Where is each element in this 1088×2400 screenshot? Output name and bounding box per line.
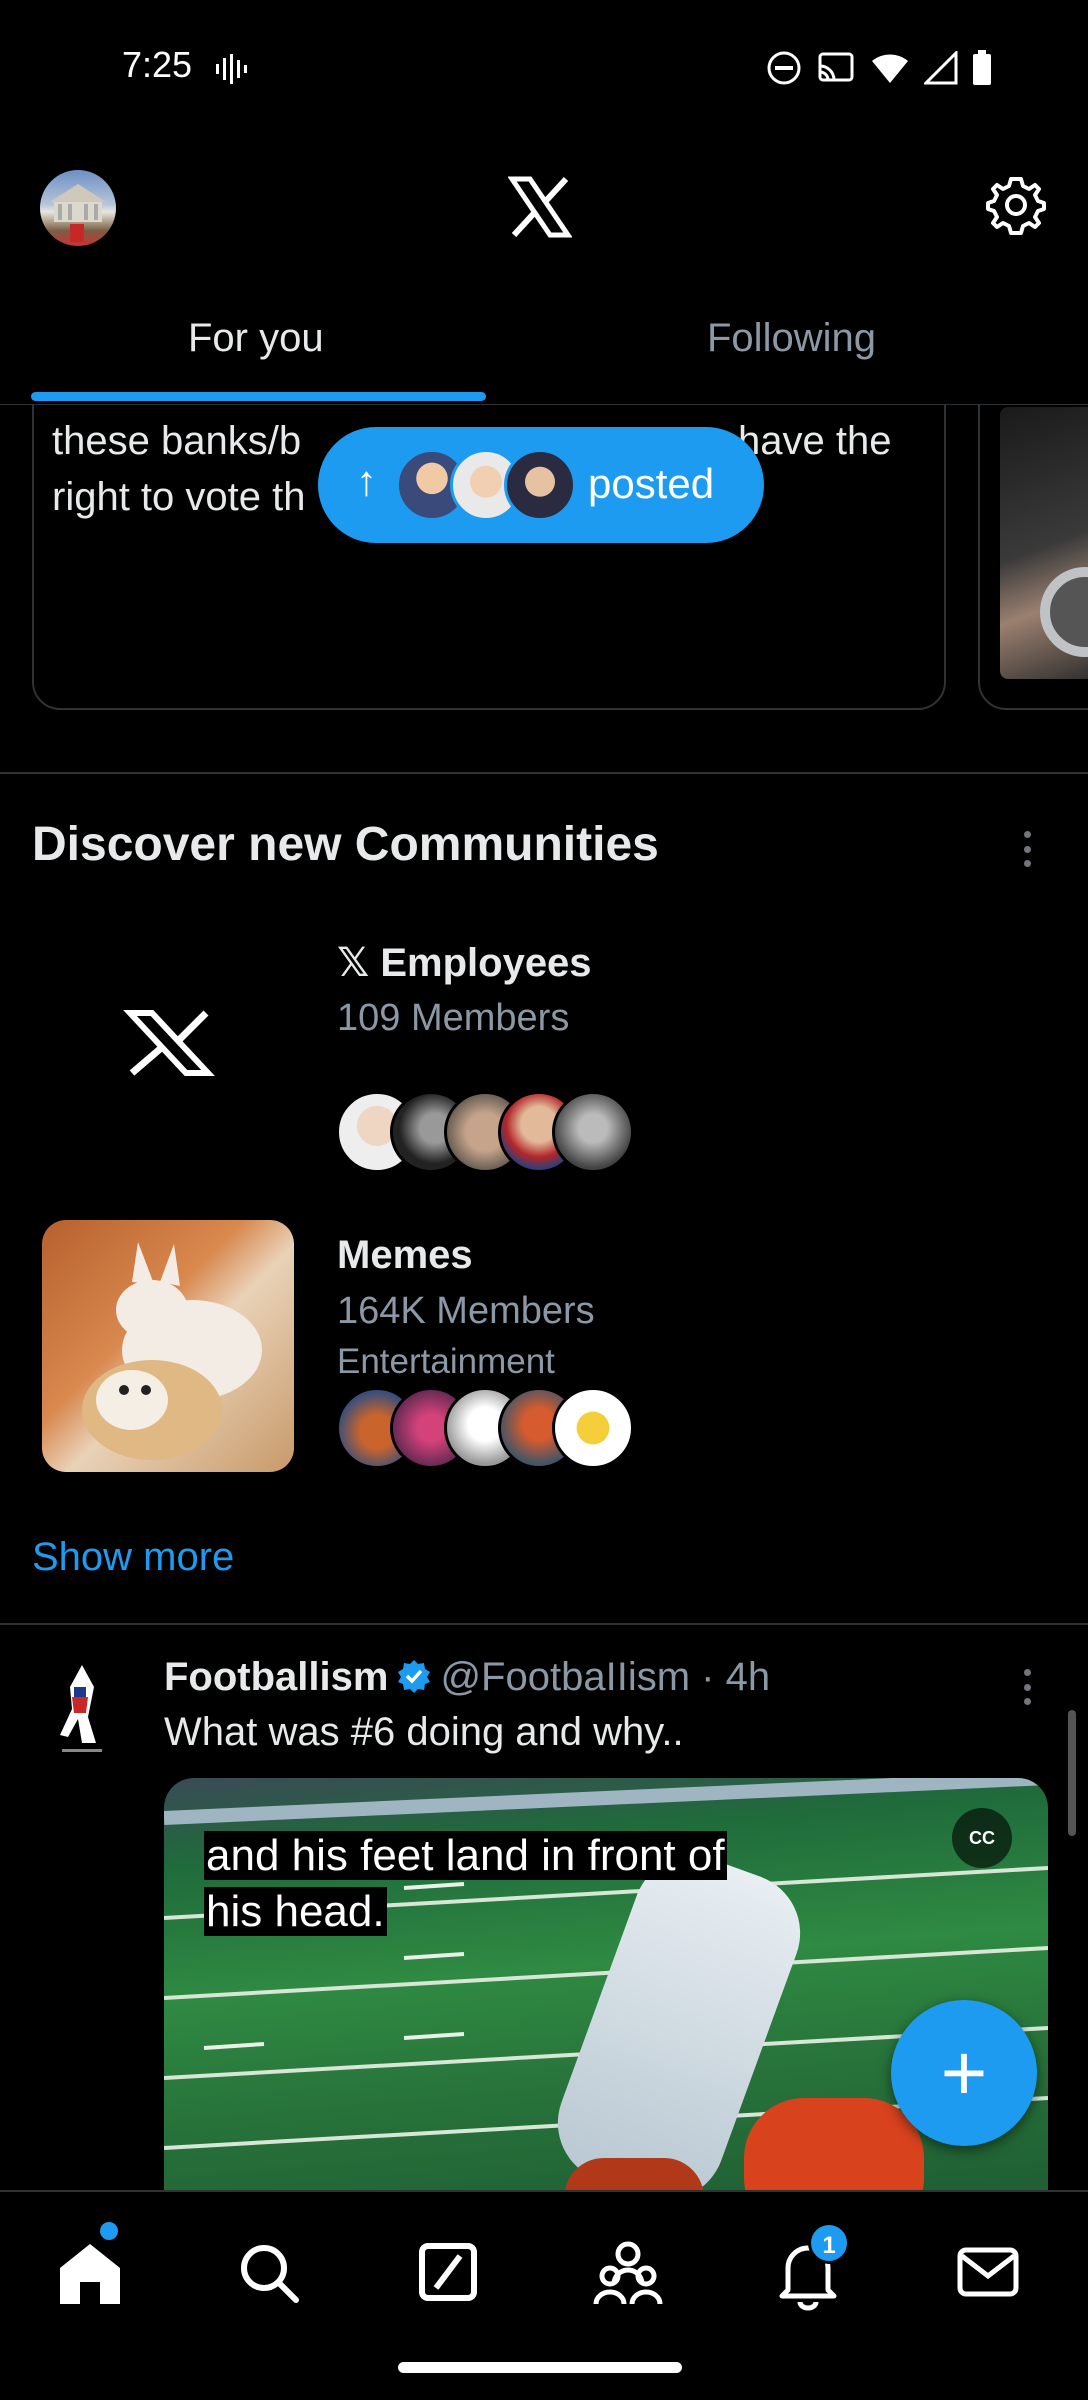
do-not-disturb-icon — [767, 51, 801, 85]
post-card-text-line1-end: have the — [738, 419, 892, 463]
community-members: 109 Members — [337, 997, 570, 1039]
tweet-author-avatar[interactable] — [42, 1657, 122, 1757]
post-card-text-line2: right to vote th — [52, 475, 306, 519]
status-icons — [766, 50, 992, 86]
notifications-badge: 1 — [808, 2222, 850, 2264]
member-avatar — [552, 1387, 634, 1469]
section-divider — [0, 772, 1088, 774]
player-image — [564, 2158, 704, 2190]
caption-line2: his head. — [204, 1887, 387, 1936]
poster-avatar — [504, 449, 576, 521]
tab-for-you[interactable]: For you — [188, 316, 324, 361]
community-thumbnail[interactable] — [42, 1220, 294, 1472]
section-divider — [0, 1623, 1088, 1625]
grok-icon[interactable] — [408, 2232, 488, 2312]
scrollbar-thumb[interactable] — [1068, 1710, 1076, 1836]
post-card-text-line1: these banks/b — [52, 419, 302, 463]
tweet-more-icon[interactable] — [1015, 1663, 1039, 1711]
football-player-logo-icon — [60, 1665, 102, 1752]
settings-gear-icon[interactable] — [986, 175, 1046, 235]
post-carousel-card-next[interactable] — [978, 405, 1088, 710]
signal-icon — [924, 51, 958, 85]
community-name[interactable]: 𝕏 Employees — [337, 940, 592, 986]
gesture-home-indicator[interactable] — [398, 2362, 682, 2373]
x-logo-icon — [508, 176, 572, 238]
avatar-image-icon — [50, 184, 106, 242]
community-members: 164K Members — [337, 1290, 595, 1332]
community-category: Entertainment — [337, 1342, 555, 1381]
arrow-up-icon: ↑ — [356, 457, 377, 504]
cast-icon — [818, 52, 854, 82]
battery-icon — [973, 50, 991, 85]
x-logo-icon — [123, 1010, 215, 1076]
community-name[interactable]: Memes — [337, 1233, 473, 1278]
home-icon[interactable] — [50, 2232, 130, 2312]
new-posts-pill[interactable]: ↑ posted — [318, 427, 764, 543]
post-image — [1000, 407, 1088, 679]
wifi-icon — [872, 54, 908, 83]
messages-icon[interactable] — [948, 2232, 1028, 2312]
plus-icon: + — [940, 2028, 988, 2117]
tweet-author-name[interactable]: Footballism — [164, 1655, 388, 1699]
home-unread-dot — [100, 2222, 118, 2240]
timeline[interactable]: these banks/b have the right to vote th … — [0, 405, 1088, 2190]
tweet-timestamp: 4h — [725, 1655, 771, 1699]
communities-icon[interactable] — [588, 2232, 668, 2312]
dog-image-icon — [82, 1242, 262, 1460]
tweet-separator: · — [701, 1655, 715, 1699]
communities-section-title: Discover new Communities — [32, 818, 659, 871]
feed-tabs: For you Following — [0, 300, 1088, 405]
compose-button[interactable]: + — [891, 2000, 1037, 2146]
status-time: 7:25 — [122, 44, 193, 85]
search-icon[interactable] — [228, 2232, 308, 2312]
tweet-header: Footballism @FootbaIIism · 4h — [164, 1655, 770, 1700]
tab-following[interactable]: Following — [707, 316, 876, 361]
tweet-text: What was #6 doing and why.. — [164, 1710, 684, 1754]
profile-avatar[interactable] — [40, 170, 116, 246]
video-caption: and his feet land in front of his head. — [204, 1828, 727, 1940]
member-avatar — [552, 1091, 634, 1173]
active-tab-indicator — [31, 392, 486, 401]
show-more-link[interactable]: Show more — [32, 1535, 234, 1580]
audio-wave-icon — [216, 54, 247, 84]
tweet-author-handle[interactable]: @FootbaIIism — [440, 1655, 690, 1699]
new-posts-label: posted — [588, 460, 715, 507]
community-thumbnail[interactable] — [42, 917, 294, 1169]
more-options-icon[interactable] — [1015, 825, 1039, 873]
status-bar: 7:25 — [0, 0, 1088, 135]
closed-captions-button[interactable]: CC — [952, 1808, 1012, 1868]
verified-badge-icon — [398, 1660, 431, 1693]
car-wheel-image — [1040, 567, 1088, 657]
caption-line1: and his feet land in front of — [204, 1831, 727, 1880]
